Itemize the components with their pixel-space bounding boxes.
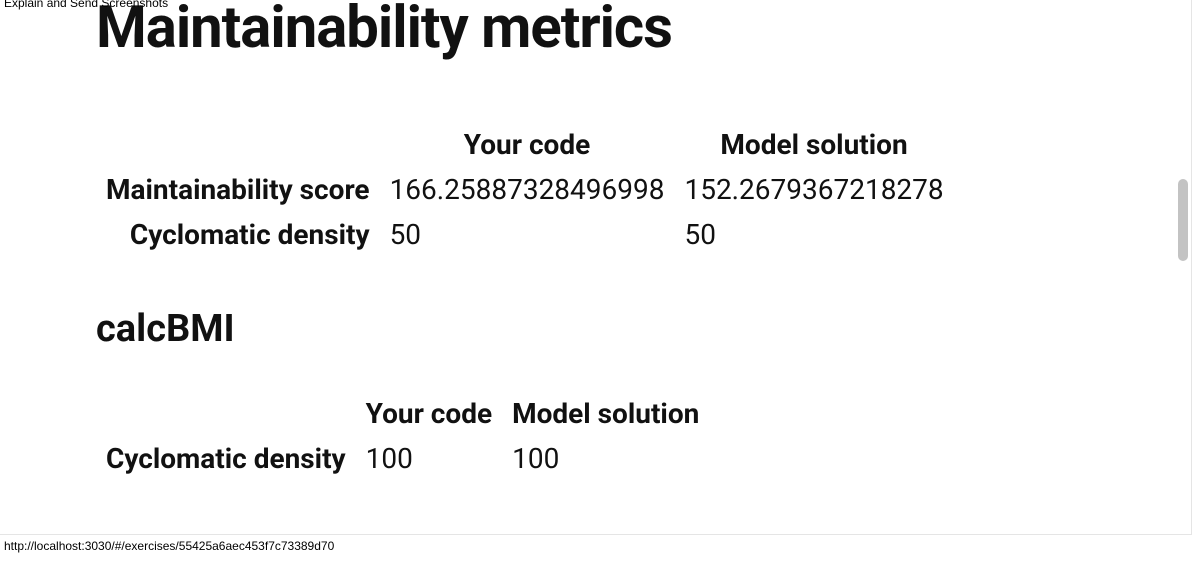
row-label: Maintainability score	[96, 167, 380, 212]
main-metrics-table: Your code Model solution Maintainability…	[96, 122, 954, 257]
scrollbar-thumb[interactable]	[1178, 179, 1188, 261]
col-your-code: Your code	[380, 122, 675, 167]
page-title: Maintainability metrics	[96, 0, 1192, 62]
cell-model-solution: 152.2679367218278	[674, 167, 953, 212]
table-row: Cyclomatic density 100 100	[96, 436, 709, 481]
cell-model-solution: 50	[674, 212, 953, 257]
table-row: Cyclomatic density 50 50	[96, 212, 954, 257]
scrollbar-track[interactable]	[1176, 0, 1190, 559]
table-header-row: Your code Model solution	[96, 391, 709, 436]
table-header-row: Your code Model solution	[96, 122, 954, 167]
page-content: Maintainability metrics Your code Model …	[0, 0, 1192, 481]
extension-label: Explain and Send Screenshots	[4, 0, 168, 10]
empty-corner	[96, 391, 356, 436]
col-model-solution: Model solution	[502, 391, 709, 436]
cell-your-code: 100	[356, 436, 502, 481]
status-bar-url: http://localhost:3030/#/exercises/55425a…	[4, 539, 334, 553]
col-model-solution: Model solution	[674, 122, 953, 167]
col-your-code: Your code	[356, 391, 502, 436]
cell-your-code: 166.25887328496998	[380, 167, 675, 212]
row-label: Cyclomatic density	[96, 436, 356, 481]
section-title: calcBMI	[96, 307, 1192, 351]
row-label: Cyclomatic density	[96, 212, 380, 257]
table-row: Maintainability score 166.25887328496998…	[96, 167, 954, 212]
cell-model-solution: 100	[502, 436, 709, 481]
empty-corner	[96, 122, 380, 167]
section-metrics-table: Your code Model solution Cyclomatic dens…	[96, 391, 709, 481]
cell-your-code: 50	[380, 212, 675, 257]
